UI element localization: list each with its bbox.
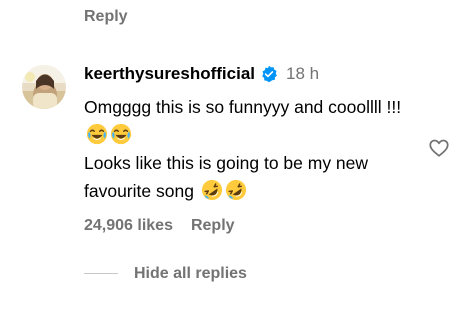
reply-button[interactable]: Reply: [191, 217, 235, 235]
heart-outline-icon[interactable]: [428, 137, 450, 159]
rolling-on-the-floor-laughing-icon: [201, 179, 223, 201]
face-with-tears-of-joy-icon: [110, 123, 132, 145]
comment-thread: Reply keerthysureshofficial 18 h Omgggg …: [0, 0, 475, 312]
comment-header: keerthysureshofficial 18 h: [84, 64, 319, 84]
avatar[interactable]: [22, 65, 66, 109]
comment-meta: 24,906 likes Reply: [84, 217, 235, 235]
comment-text-line1: Omgggg this is so funnyyy and cooollll !…: [84, 97, 402, 117]
replies-divider: [84, 273, 118, 274]
face-with-tears-of-joy-icon: [86, 123, 108, 145]
comment-username[interactable]: keerthysureshofficial: [84, 64, 255, 84]
likes-count[interactable]: 24,906 likes: [84, 217, 173, 235]
hide-all-replies-button[interactable]: Hide all replies: [134, 265, 247, 283]
verified-badge-icon: [260, 65, 278, 83]
previous-reply-button[interactable]: Reply: [84, 8, 128, 26]
comment-text: Omgggg this is so funnyyy and cooollll !…: [84, 93, 404, 205]
comment-timestamp[interactable]: 18 h: [286, 64, 319, 84]
rolling-on-the-floor-laughing-icon: [225, 179, 247, 201]
